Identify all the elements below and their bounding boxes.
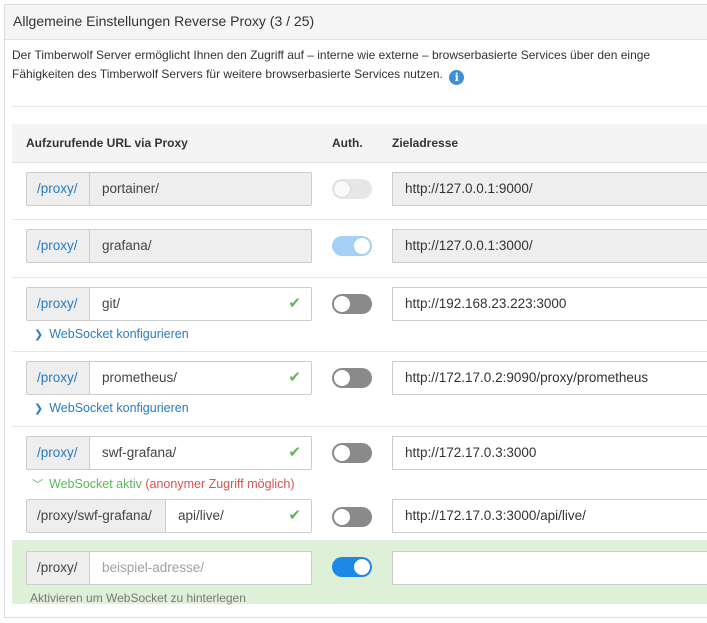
- table-row: /proxy/ git/✔ http://192.168.23.223:3000…: [12, 278, 707, 352]
- anonymous-access-warning: (anonymer Zugriff möglich): [145, 477, 295, 491]
- websocket-active-toggle[interactable]: ﹀ WebSocket aktiv (anonymer Zugriff mögli…: [32, 476, 295, 492]
- check-icon: ✔: [288, 369, 301, 386]
- auth-toggle[interactable]: [332, 443, 372, 463]
- url-prefix: /proxy/swf-grafana/: [26, 499, 166, 533]
- auth-toggle: [332, 179, 372, 199]
- table-row: /proxy/ prometheus/✔ http://172.17.0.2:9…: [12, 352, 707, 427]
- intro-line-1: Der Timberwolf Server ermöglicht Ihnen d…: [12, 48, 651, 62]
- target-input[interactable]: http://172.17.0.3:3000/api/live/: [392, 499, 707, 533]
- intro-line-2: Fähigkeiten des Timberwolf Servers für w…: [12, 67, 443, 81]
- col-header-url: Aufzurufende URL via Proxy: [26, 136, 188, 150]
- panel-title: Allgemeine Einstellungen Reverse Proxy (…: [13, 13, 315, 29]
- target-input[interactable]: http://192.168.23.223:3000: [392, 287, 707, 321]
- table-row: /proxy/ grafana/ http://127.0.0.1:3000/: [12, 220, 707, 278]
- info-icon[interactable]: i: [449, 70, 465, 85]
- path-input: portainer/: [90, 172, 312, 206]
- auth-toggle: [332, 236, 372, 256]
- url-prefix: /proxy/: [26, 361, 90, 395]
- auth-toggle[interactable]: [332, 507, 372, 527]
- check-icon: ✔: [288, 444, 301, 461]
- intro-text: Der Timberwolf Server ermöglicht Ihnen d…: [12, 46, 707, 85]
- websocket-configure-link[interactable]: ❯ WebSocket konfigurieren: [34, 327, 189, 341]
- url-prefix: /proxy/: [26, 172, 90, 206]
- divider: [12, 106, 707, 107]
- new-path-input[interactable]: beispiel-adresse/: [90, 551, 312, 585]
- auth-toggle[interactable]: [332, 368, 372, 388]
- url-prefix: /proxy/: [26, 436, 90, 470]
- path-input[interactable]: prometheus/✔: [90, 361, 312, 395]
- path-input[interactable]: swf-grafana/✔: [90, 436, 312, 470]
- chevron-down-icon: ﹀: [32, 479, 43, 491]
- path-input[interactable]: api/live/✔: [166, 499, 312, 533]
- target-input[interactable]: http://172.17.0.2:9090/proxy/prometheus: [392, 361, 707, 395]
- target-input: http://127.0.0.1:9000/: [392, 172, 707, 206]
- websocket-hint: Aktivieren um WebSocket zu hinterlegen: [30, 591, 246, 605]
- url-prefix: /proxy/: [26, 229, 90, 263]
- check-icon: ✔: [288, 295, 301, 312]
- chevron-right-icon: ❯: [34, 329, 44, 341]
- table-header: Aufzurufende URL via Proxy Auth. Zieladr…: [12, 124, 707, 163]
- chevron-right-icon: ❯: [34, 403, 44, 415]
- new-entry-row: /proxy/ beispiel-adresse/ Aktivieren um …: [12, 541, 707, 605]
- panel-header: Allgemeine Einstellungen Reverse Proxy (…: [5, 5, 707, 40]
- new-target-input[interactable]: [392, 551, 707, 585]
- path-input: grafana/: [90, 229, 312, 263]
- url-prefix: /proxy/: [26, 287, 90, 321]
- target-input[interactable]: http://172.17.0.3:3000: [392, 436, 707, 470]
- table-row: /proxy/ portainer/ http://127.0.0.1:9000…: [12, 162, 707, 220]
- auth-toggle[interactable]: [332, 294, 372, 314]
- col-header-target: Zieladresse: [392, 136, 459, 150]
- url-prefix: /proxy/: [26, 551, 90, 585]
- target-input: http://127.0.0.1:3000/: [392, 229, 707, 263]
- table-row: /proxy/ swf-grafana/✔ http://172.17.0.3:…: [12, 427, 707, 541]
- auth-toggle[interactable]: [332, 557, 372, 577]
- check-icon: ✔: [288, 507, 301, 524]
- path-input[interactable]: git/✔: [90, 287, 312, 321]
- col-header-auth: Auth.: [332, 136, 363, 150]
- websocket-configure-link[interactable]: ❯ WebSocket konfigurieren: [34, 401, 189, 415]
